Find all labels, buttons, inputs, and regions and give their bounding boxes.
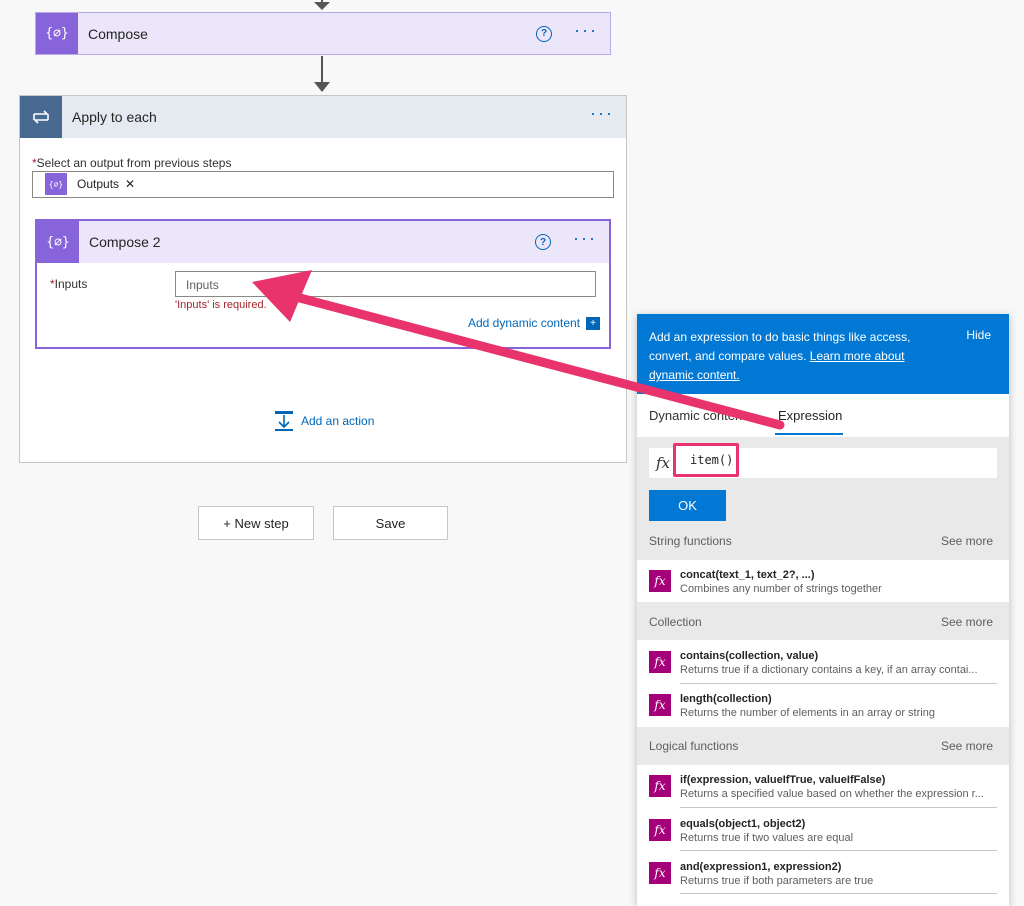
panel-header: Add an expression to do basic things lik… — [637, 314, 1009, 394]
compose-card[interactable]: {∅} Compose ? ··· — [35, 12, 611, 55]
add-action-label: Add an action — [301, 414, 375, 428]
function-icon: fx — [649, 819, 671, 841]
more-options-icon[interactable]: ··· — [590, 104, 614, 126]
inputs-field[interactable]: Inputs — [175, 271, 596, 297]
divider — [680, 850, 997, 851]
panel-description: Add an expression to do basic things lik… — [649, 330, 911, 382]
save-button[interactable]: Save — [333, 506, 448, 540]
function-item[interactable]: fx and(expression1, expression2) Returns… — [649, 856, 997, 894]
apply-title: Apply to each — [72, 109, 157, 125]
logical-functions-header: Logical functions See more — [637, 727, 1009, 765]
expression-input[interactable]: fx item() — [649, 443, 997, 478]
add-dynamic-icon: + — [586, 316, 601, 330]
add-dynamic-content-label: Add dynamic content — [468, 316, 581, 330]
compose-icon: {∅} — [36, 13, 78, 54]
divider — [680, 683, 997, 684]
inputs-error: 'Inputs' is required. — [175, 299, 267, 311]
compose-icon: {∅} — [37, 221, 79, 263]
loop-icon — [20, 96, 62, 138]
add-action-button[interactable]: Add an action — [274, 410, 374, 432]
function-icon: fx — [649, 570, 671, 592]
add-dynamic-content-link[interactable]: Add dynamic content + — [468, 316, 601, 330]
help-icon[interactable]: ? — [536, 25, 553, 42]
collection-header: Collection See more — [637, 602, 1009, 640]
see-more-link[interactable]: See more — [941, 534, 993, 548]
inputs-label: *Inputs — [50, 277, 88, 291]
expression-panel: Add an expression to do basic things lik… — [637, 314, 1009, 906]
function-icon: fx — [649, 775, 671, 797]
function-item[interactable]: fx concat(text_1, text_2?, ...) Combines… — [649, 564, 997, 600]
hide-panel-button[interactable]: Hide — [966, 328, 991, 342]
fx-icon: fx — [656, 454, 671, 472]
select-output-label: *Select an output from previous steps — [32, 156, 232, 170]
see-more-link[interactable]: See more — [941, 615, 993, 629]
expression-highlight: item() — [673, 443, 739, 477]
function-icon: fx — [649, 862, 671, 884]
see-more-link[interactable]: See more — [941, 739, 993, 753]
function-item[interactable]: fx equals(object1, object2) Returns true… — [649, 813, 997, 851]
compose-icon: {∅} — [45, 173, 67, 195]
inputs-placeholder: Inputs — [186, 278, 219, 292]
more-options-icon[interactable]: ··· — [573, 229, 597, 251]
expression-value: item() — [690, 453, 734, 467]
help-icon[interactable]: ? — [535, 234, 552, 250]
outputs-token-label: Outputs — [77, 177, 120, 191]
divider — [680, 807, 997, 808]
remove-token-icon[interactable]: ✕ — [125, 177, 135, 191]
tab-expression-underline — [775, 433, 843, 435]
string-functions-header: String functions See more — [637, 522, 1009, 560]
add-action-icon — [275, 411, 293, 431]
ok-button[interactable]: OK — [649, 490, 726, 521]
connector-arrow-top — [314, 2, 330, 10]
function-item[interactable]: fx length(collection) Returns the number… — [649, 688, 997, 726]
connector-arrow — [314, 82, 330, 92]
function-icon: fx — [649, 651, 671, 673]
tab-dynamic-content[interactable]: Dynamic content — [649, 408, 746, 423]
new-step-button[interactable]: + New step — [198, 506, 314, 540]
outputs-token: {∅} Outputs ✕ — [45, 173, 135, 195]
tab-expression[interactable]: Expression — [778, 408, 842, 423]
function-icon: fx — [649, 694, 671, 716]
function-item[interactable]: fx if(expression, valueIfTrue, valueIfFa… — [649, 769, 997, 808]
divider — [680, 893, 997, 894]
compose-title: Compose — [88, 25, 148, 42]
compose2-title: Compose 2 — [89, 234, 161, 250]
function-item[interactable]: fx contains(collection, value) Returns t… — [649, 645, 997, 684]
more-options-icon[interactable]: ··· — [574, 21, 598, 43]
